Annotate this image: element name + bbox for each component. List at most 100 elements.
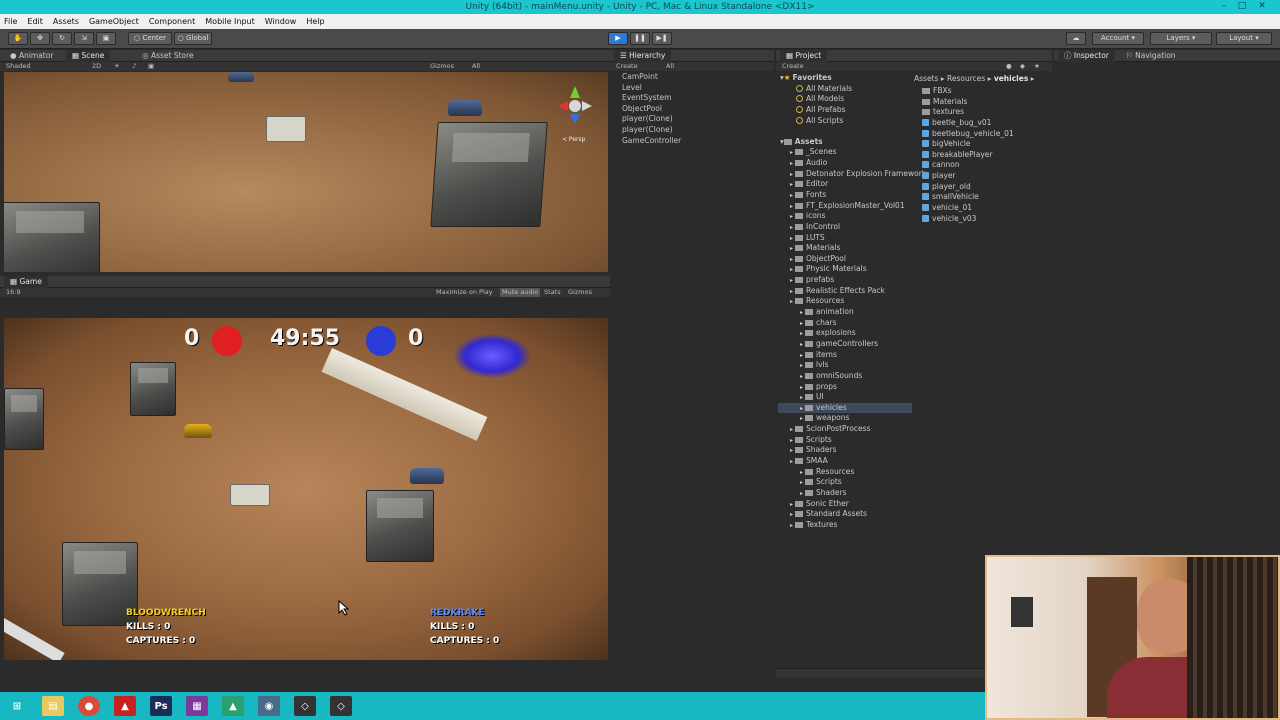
project-asset-prefab[interactable]: beetlebug_vehicle_01 <box>918 129 1048 140</box>
project-asset-prefab[interactable]: smallVehicle <box>918 192 1048 203</box>
step-button[interactable]: ▶❚ <box>652 32 672 45</box>
expand-arrow-icon[interactable]: ▸ <box>790 522 793 529</box>
project-asset-prefab[interactable]: vehicle_v03 <box>918 214 1048 225</box>
scene-viewport[interactable]: < Persp <box>4 72 608 272</box>
project-folder-item[interactable]: ▸ icons <box>778 211 912 222</box>
expand-arrow-icon[interactable]: ▸ <box>790 266 793 273</box>
project-folder-item[interactable]: ▸ Sonic Ether <box>778 499 912 510</box>
assets-header[interactable]: ▾ Assets <box>778 137 912 148</box>
project-folder-item[interactable]: ▸ SMAA <box>778 456 912 467</box>
project-folder-item[interactable]: ▸ ScionPostProcess <box>778 424 912 435</box>
layers-dropdown[interactable]: Layers ▾ <box>1150 32 1212 45</box>
scene-search-input[interactable]: All <box>472 62 480 71</box>
expand-arrow-icon[interactable]: ▸ <box>790 437 793 444</box>
tab-project[interactable]: ▦ Project <box>780 50 828 62</box>
expand-arrow-icon[interactable]: ▸ <box>790 181 793 188</box>
project-asset-prefab[interactable]: cannon <box>918 160 1048 171</box>
menu-help[interactable]: Help <box>306 17 324 26</box>
minimize-icon[interactable]: – <box>1218 1 1230 11</box>
project-folder-item[interactable]: ▸ Physic Materials <box>778 264 912 275</box>
lighting-toggle-icon[interactable]: ☀ <box>114 62 120 71</box>
hierarchy-search-input[interactable]: All <box>666 62 674 71</box>
expand-arrow-icon[interactable]: ▸ <box>790 501 793 508</box>
expand-arrow-icon[interactable]: ▸ <box>800 469 803 476</box>
2d-toggle[interactable]: 2D <box>92 62 101 71</box>
expand-arrow-icon[interactable]: ▸ <box>790 256 793 263</box>
expand-arrow-icon[interactable]: ▸ <box>790 171 793 178</box>
project-folder-item[interactable]: ▸ ObjectPool <box>778 254 912 265</box>
tab-animator[interactable]: ● Animator <box>4 50 59 62</box>
project-folder-item[interactable]: ▸ lvls <box>778 360 912 371</box>
expand-arrow-icon[interactable]: ▸ <box>800 330 803 337</box>
play-button[interactable]: ▶ <box>608 32 628 45</box>
project-folder-item[interactable]: ▸ InControl <box>778 222 912 233</box>
project-asset-prefab[interactable]: breakablePlayer <box>918 150 1048 161</box>
menu-file[interactable]: File <box>4 17 17 26</box>
expand-arrow-icon[interactable]: ▸ <box>790 224 793 231</box>
maximize-icon[interactable]: □ <box>1236 1 1248 11</box>
expand-arrow-icon[interactable]: ▸ <box>790 458 793 465</box>
project-folder-item[interactable]: ▸ Editor <box>778 179 912 190</box>
hierarchy-create-dropdown[interactable]: Create <box>616 62 638 71</box>
expand-arrow-icon[interactable]: ▸ <box>790 288 793 295</box>
expand-arrow-icon[interactable]: ▸ <box>790 192 793 199</box>
project-folder-item[interactable]: ▸ Scripts <box>778 477 912 488</box>
expand-arrow-icon[interactable]: ▸ <box>800 320 803 327</box>
hierarchy-item[interactable]: player(Clone) <box>612 114 772 125</box>
hierarchy-item[interactable]: Level <box>612 83 772 94</box>
expand-arrow-icon[interactable]: ▸ <box>800 405 803 412</box>
expand-arrow-icon[interactable]: ▸ <box>790 447 793 454</box>
project-folder-item[interactable]: ▸ animation <box>778 307 912 318</box>
expand-arrow-icon[interactable]: ▸ <box>790 277 793 284</box>
hierarchy-item[interactable]: CamPoint <box>612 72 772 83</box>
acrobat-icon[interactable]: ▲ <box>114 696 136 716</box>
project-folder-item[interactable]: ▸ Scripts <box>778 435 912 446</box>
project-asset-prefab[interactable]: player <box>918 171 1048 182</box>
expand-arrow-icon[interactable]: ▸ <box>800 384 803 391</box>
project-folder-item[interactable]: ▸ UI <box>778 392 912 403</box>
project-folder-item[interactable]: ▸ items <box>778 350 912 361</box>
rotate-tool-icon[interactable]: ↻ <box>52 32 72 45</box>
file-explorer-icon[interactable]: ▤ <box>42 696 64 716</box>
expand-arrow-icon[interactable]: ▸ <box>790 213 793 220</box>
project-folder-item[interactable]: ▸ Shaders <box>778 488 912 499</box>
photoshop-icon[interactable]: Ps <box>150 696 172 716</box>
expand-arrow-icon[interactable]: ▸ <box>800 309 803 316</box>
account-dropdown[interactable]: Account ▾ <box>1092 32 1144 45</box>
favorite-item[interactable]: All Scripts <box>778 116 912 127</box>
breadcrumb-assets[interactable]: Assets <box>914 74 938 83</box>
space-toggle[interactable]: ○ Global <box>174 32 212 45</box>
project-folder-item[interactable]: ▸ Fonts <box>778 190 912 201</box>
menu-gameobject[interactable]: GameObject <box>89 17 139 26</box>
expand-arrow-icon[interactable]: ▸ <box>800 415 803 422</box>
expand-arrow-icon[interactable]: ▸ <box>800 479 803 486</box>
expand-arrow-icon[interactable]: ▸ <box>790 245 793 252</box>
unity-icon[interactable]: ◇ <box>294 696 316 716</box>
project-folder-item[interactable]: ▸ vehicles <box>778 402 912 414</box>
expand-arrow-icon[interactable]: ▸ <box>790 149 793 156</box>
expand-arrow-icon[interactable]: ▸ <box>790 298 793 305</box>
expand-arrow-icon[interactable]: ▸ <box>800 362 803 369</box>
favorite-item[interactable]: All Materials <box>778 84 912 95</box>
project-folder-item[interactable]: ▸ Textures <box>778 520 912 531</box>
project-asset-folder[interactable]: Materials <box>918 97 1048 108</box>
project-asset-prefab[interactable]: beetle_bug_v01 <box>918 118 1048 129</box>
pause-button[interactable]: ❚❚ <box>630 32 650 45</box>
move-tool-icon[interactable]: ✥ <box>30 32 50 45</box>
project-folder-item[interactable]: ▸ Resources <box>778 467 912 478</box>
hierarchy-item[interactable]: GameController <box>612 136 772 147</box>
tab-hierarchy[interactable]: ☰ Hierarchy <box>614 50 672 62</box>
filter-by-type-icon[interactable]: ● <box>1006 62 1012 71</box>
expand-arrow-icon[interactable]: ▸ <box>790 426 793 433</box>
expand-arrow-icon[interactable]: ▸ <box>800 341 803 348</box>
expand-arrow-icon[interactable]: ▸ <box>800 373 803 380</box>
hierarchy-item[interactable]: ObjectPool <box>612 104 772 115</box>
tab-navigation[interactable]: ⚐ Navigation <box>1120 50 1182 62</box>
chrome-icon[interactable]: ● <box>78 696 100 716</box>
expand-arrow-icon[interactable]: ▸ <box>790 235 793 242</box>
audio-toggle-icon[interactable]: ♪ <box>132 62 136 71</box>
tab-game[interactable]: ▦ Game <box>4 276 48 288</box>
project-folder-item[interactable]: ▸ Shaders <box>778 445 912 456</box>
scene-gizmos-dropdown[interactable]: Gizmos <box>430 62 454 71</box>
project-folder-item[interactable]: ▸ explosions <box>778 328 912 339</box>
